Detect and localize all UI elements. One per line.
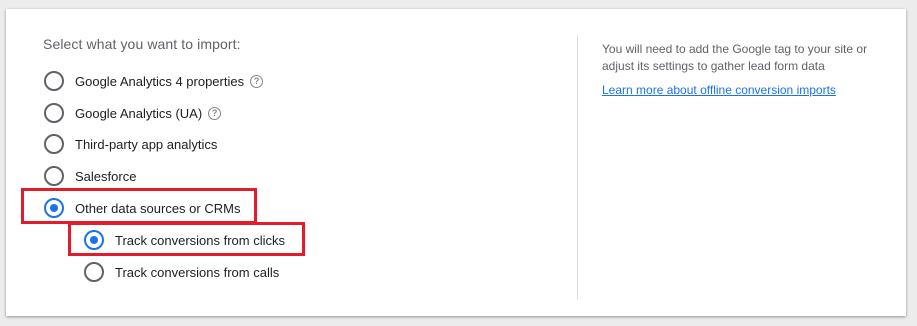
option-label: Third-party app analytics <box>75 136 218 152</box>
option-other-data-sources[interactable]: Other data sources or CRMs <box>44 196 240 220</box>
import-settings-card: Select what you want to import: Google A… <box>6 9 906 316</box>
info-text: You will need to add the Google tag to y… <box>602 42 868 73</box>
option-label: Google Analytics 4 properties <box>75 73 245 89</box>
sub-option-track-calls[interactable]: Track conversions from calls <box>84 260 279 284</box>
option-label: Track conversions from calls <box>115 264 280 280</box>
option-google-analytics-ua[interactable]: Google Analytics (UA) ? <box>44 101 222 125</box>
sub-option-track-clicks[interactable]: Track conversions from clicks <box>84 228 285 252</box>
option-ga4-properties[interactable]: Google Analytics 4 properties ? <box>44 69 264 93</box>
import-heading: Select what you want to import: <box>43 36 241 52</box>
option-salesforce[interactable]: Salesforce <box>44 164 136 188</box>
option-label: Salesforce <box>75 168 137 184</box>
radio-button-checked[interactable] <box>84 230 104 250</box>
help-icon[interactable]: ? <box>250 74 264 88</box>
option-third-party-app-analytics[interactable]: Third-party app analytics <box>44 132 217 156</box>
radio-button[interactable] <box>44 134 64 154</box>
radio-button[interactable] <box>44 71 64 91</box>
help-icon[interactable]: ? <box>208 106 222 120</box>
option-label: Track conversions from clicks <box>115 232 285 248</box>
radio-button[interactable] <box>44 166 64 186</box>
radio-button[interactable] <box>84 262 104 282</box>
vertical-divider <box>577 35 578 300</box>
learn-more-link[interactable]: Learn more about offline conversion impo… <box>602 83 836 97</box>
option-label: Google Analytics (UA) <box>75 105 203 121</box>
option-label: Other data sources or CRMs <box>75 200 241 216</box>
radio-button[interactable] <box>44 103 64 123</box>
radio-button-checked[interactable] <box>44 198 64 218</box>
